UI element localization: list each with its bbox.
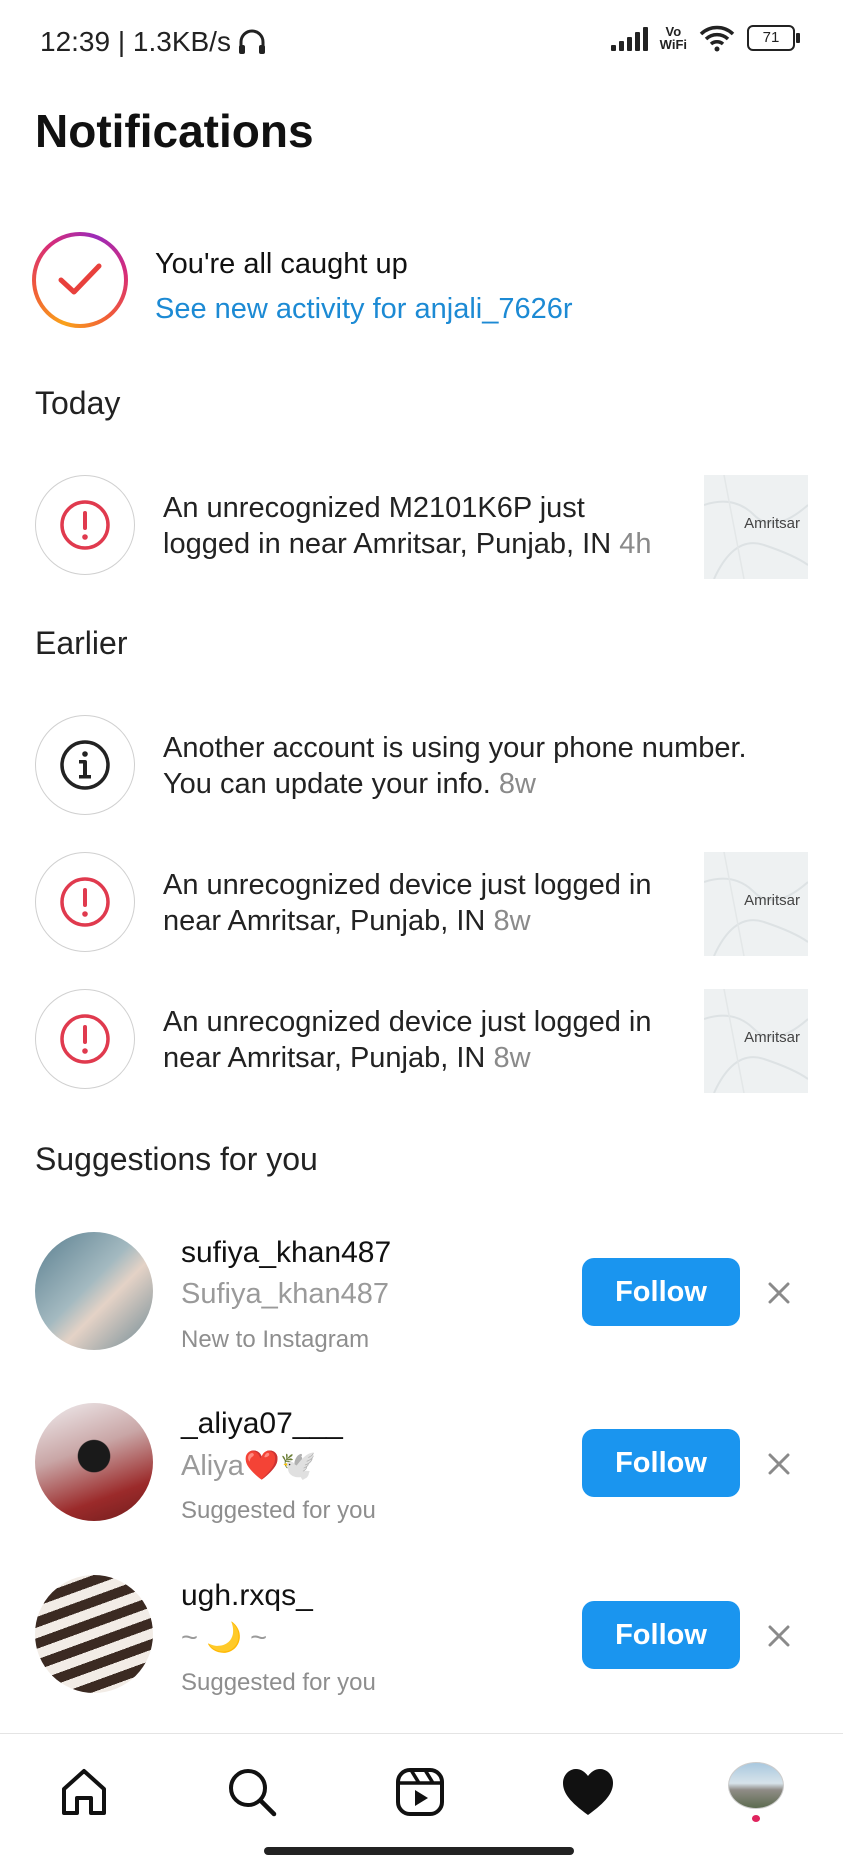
section-suggestions: Suggestions for you	[35, 1141, 318, 1177]
suggestion-note: New to Instagram	[181, 1326, 370, 1353]
close-icon[interactable]	[764, 1278, 794, 1308]
avatar[interactable]	[35, 1575, 153, 1693]
close-icon[interactable]	[764, 1449, 794, 1479]
map-label: Amritsar	[744, 892, 800, 909]
section-today: Today	[35, 385, 121, 421]
follow-button[interactable]: Follow	[582, 1429, 740, 1497]
follow-button[interactable]: Follow	[582, 1258, 740, 1326]
headphones-icon	[238, 29, 265, 54]
home-indicator[interactable]	[264, 1847, 574, 1855]
notification-item[interactable]: Another account is using your phone numb…	[163, 730, 803, 802]
suggestion-name: Aliya❤️🕊️	[181, 1450, 317, 1482]
avatar[interactable]	[35, 1403, 153, 1521]
map-label: Amritsar	[744, 515, 800, 532]
avatar[interactable]	[35, 1232, 153, 1350]
notification-item[interactable]: An unrecognized M2101K6P just logged in …	[163, 490, 683, 562]
caught-up-badge	[32, 232, 128, 328]
info-icon	[35, 715, 135, 815]
status-bar-indicators: Vo WiFi 71	[610, 24, 800, 52]
reels-icon[interactable]	[390, 1762, 450, 1822]
suggestion-username[interactable]: _aliya07___	[181, 1407, 343, 1441]
notification-line2: near Amritsar, Punjab, IN	[163, 905, 486, 937]
notification-line1: Another account is using your phone numb…	[163, 732, 747, 764]
search-icon[interactable]	[222, 1762, 282, 1822]
checkmark-icon	[58, 263, 102, 295]
map-thumbnail[interactable]: Amritsar	[704, 475, 808, 579]
notification-time: 8w	[493, 905, 531, 937]
status-bar-time: 12:39 | 1.3KB/s	[40, 26, 267, 58]
follow-button[interactable]: Follow	[582, 1601, 740, 1669]
caught-up-title: You're all caught up	[155, 248, 408, 280]
suggestion-note: Suggested for you	[181, 1669, 376, 1696]
suggestion-note: Suggested for you	[181, 1497, 376, 1524]
notification-line2: logged in near Amritsar, Punjab, IN	[163, 528, 612, 560]
battery-icon: 71	[747, 25, 800, 51]
page-title: Notifications	[35, 105, 314, 157]
status-time-text: 12:39 | 1.3KB/s	[40, 26, 231, 57]
notification-item[interactable]: An unrecognized device just logged in ne…	[163, 867, 683, 939]
notification-dot	[752, 1815, 760, 1822]
notification-time: 4h	[619, 528, 652, 560]
notification-line1: An unrecognized device just logged in	[163, 1006, 652, 1038]
notification-time: 8w	[498, 768, 536, 800]
profile-tab[interactable]	[726, 1762, 786, 1822]
heart-icon[interactable]	[558, 1762, 618, 1822]
notification-line1: An unrecognized device just logged in	[163, 869, 652, 901]
home-icon[interactable]	[54, 1762, 114, 1822]
section-earlier: Earlier	[35, 625, 128, 661]
map-thumbnail[interactable]: Amritsar	[704, 852, 808, 956]
alert-icon	[35, 989, 135, 1089]
see-new-activity-link[interactable]: See new activity for anjali_7626r	[155, 293, 573, 326]
suggestion-name: Sufiya_khan487	[181, 1278, 389, 1310]
profile-avatar	[728, 1762, 784, 1810]
suggestion-username[interactable]: sufiya_khan487	[181, 1236, 391, 1270]
alert-icon	[35, 852, 135, 952]
suggestion-name: ~ 🌙 ~	[181, 1622, 268, 1654]
vowifi-label: Vo WiFi	[659, 24, 687, 52]
notification-line2: You can update your info.	[163, 768, 491, 800]
alert-icon	[35, 475, 135, 575]
notification-item[interactable]: An unrecognized device just logged in ne…	[163, 1004, 683, 1076]
close-icon[interactable]	[764, 1621, 794, 1651]
notification-line1: An unrecognized M2101K6P just	[163, 492, 585, 524]
notification-line2: near Amritsar, Punjab, IN	[163, 1042, 486, 1074]
map-label: Amritsar	[744, 1029, 800, 1046]
map-thumbnail[interactable]: Amritsar	[704, 989, 808, 1093]
notification-time: 8w	[493, 1042, 531, 1074]
signal-icon	[610, 25, 648, 51]
wifi-icon	[699, 25, 735, 52]
suggestion-username[interactable]: ugh.rxqs_	[181, 1579, 313, 1613]
